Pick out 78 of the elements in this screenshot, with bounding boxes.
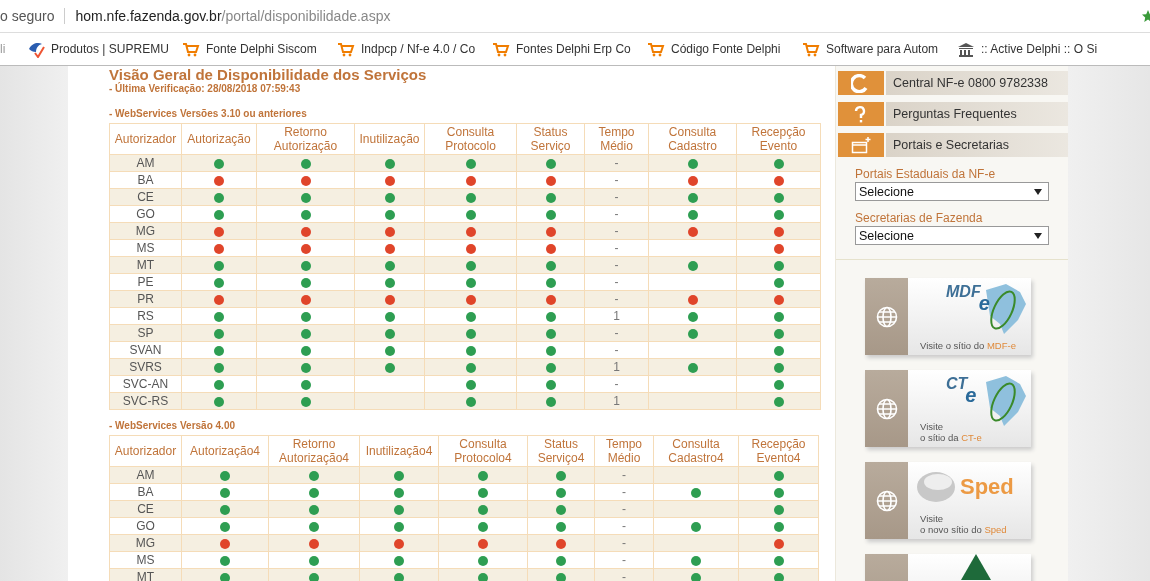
bookmark[interactable]: Fonte Delphi Siscom [182,40,337,58]
authorizer-cell: BA [109,483,182,501]
logo-text: MDF [946,286,981,300]
average-time-cell: - [584,375,649,393]
column-header: Autorizador [109,435,182,467]
average-time-cell: - [594,483,654,501]
cart-icon [647,40,665,58]
banner-caption: Visite o sítio da CT-e [920,421,983,443]
average-time-cell: - [594,551,654,569]
globe-icon [875,397,898,420]
cart-icon [802,40,820,58]
column-header: Recepção Evento4 [738,435,819,467]
select-label: Portais Estaduais da NF-e [855,167,997,181]
bookmark[interactable]: :: Active Delphi :: O Si [957,40,1112,58]
column-header: Consulta Protocolo4 [438,435,528,467]
column-header: Autorização4 [181,435,269,467]
average-time-cell: - [584,171,649,189]
column-header: Retorno Autorização4 [268,435,360,467]
authorizer-cell: MS [109,551,182,569]
dropdown[interactable]: Selecione [855,182,1049,201]
authorizer-cell: GO [109,205,182,223]
building-icon [957,40,975,58]
bookmark[interactable]: Indpcp / Nf-e 4.0 / Co [337,40,492,58]
authorizer-cell: SVC-AN [109,375,182,393]
column-header: Tempo Médio [584,123,649,155]
average-time-cell: - [594,517,654,535]
globe-icon [875,305,898,328]
column-header: Autorizador [109,123,182,155]
last-check-text: - Última Verificação: 28/08/2018 07:59:43 [109,83,301,94]
average-time-cell: - [584,205,649,223]
section-caption: - WebServices Versões 3.10 ou anteriores [109,108,308,119]
banner-caption: Visite o novo sítio do Sped [920,513,1008,535]
average-time-cell: - [584,341,649,359]
cart-icon [492,40,510,58]
column-header: Status Serviço4 [527,435,595,467]
average-time-cell: - [584,239,649,257]
column-header: Consulta Cadastro [648,123,737,155]
bird-logo-icon [27,40,45,58]
bookmark[interactable]: Código Fonte Delphi [647,40,802,58]
logo-text: e [978,298,990,309]
bookmark[interactable]: Fontes Delphi Erp Co [492,40,647,58]
authorizer-cell: PE [109,273,182,291]
column-header: Tempo Médio [594,435,654,467]
bookmark[interactable]: Software para Autom [802,40,957,58]
window-plus-icon [851,135,871,155]
dropdown-caret-icon [1034,188,1042,195]
dropdown[interactable]: Selecione [855,226,1049,245]
average-time-cell: - [584,273,649,291]
column-header: Consulta Cadastro4 [653,435,739,467]
authorizer-cell: MS [109,239,182,257]
authorizer-cell: SVAN [109,341,182,359]
column-header: Retorno Autorização [256,123,355,155]
section-caption: - WebServices Versão 4.00 [109,420,236,431]
authorizer-cell: BA [109,171,182,189]
cart-icon [182,40,200,58]
cart-icon [337,40,355,58]
select-label: Secretarias de Fazenda [855,211,984,225]
authorizer-cell: RS [109,307,182,325]
bookmark[interactable]: Produtos | SUPREMU [27,40,182,58]
page-title: Visão Geral de Disponibilidade dos Serviços [109,66,428,83]
column-header: Recepção Evento [736,123,821,155]
column-header: Inutilização4 [359,435,439,467]
security-label[interactable]: o seguro [0,8,66,24]
sphere-icon [916,470,956,504]
column-header: Consulta Protocolo [424,123,517,155]
column-header: Inutilização [354,123,425,155]
logo-text: Sped [960,474,1014,500]
dropdown-caret-icon [1034,232,1042,239]
tree-logo-icon [960,554,991,580]
logo-text: e [965,390,977,401]
column-header: Status Serviço [516,123,585,155]
logo-text: CT [946,378,968,392]
banner-caption: Visite o sítio do MDF-e [920,340,1017,351]
authorizer-cell: GO [109,517,182,535]
url-field[interactable]: hom.nfe.fazenda.gov.br/portal/disponibilidade.aspx [75,8,391,24]
average-time-cell: 1 [584,307,649,325]
globe-icon [875,489,898,512]
column-header: Autorização [181,123,257,155]
